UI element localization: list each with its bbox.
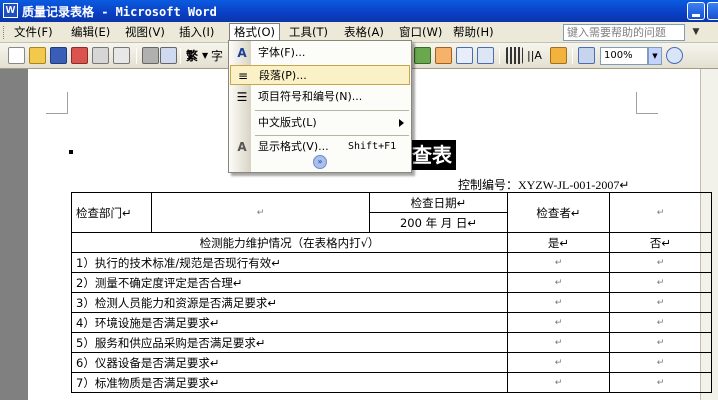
minimize-button[interactable] bbox=[687, 2, 705, 20]
menu-item-label: 显示格式(V)... bbox=[258, 140, 329, 153]
no-cell[interactable]: ↵ bbox=[609, 252, 712, 273]
save-icon[interactable] bbox=[50, 47, 67, 64]
no-cell[interactable]: ↵ bbox=[609, 332, 712, 353]
traditional-chinese-button[interactable]: 繁 bbox=[186, 47, 198, 65]
table-row[interactable]: 7）标准物质是否满足要求↵ bbox=[71, 372, 508, 393]
print-preview-icon[interactable] bbox=[113, 47, 130, 64]
bullets-icon: ☰ bbox=[236, 90, 248, 104]
menu-item-chinese-layout[interactable]: 中文版式(L) bbox=[230, 113, 410, 133]
submenu-arrow-icon bbox=[399, 119, 404, 127]
menu-item-reveal-formatting[interactable]: A 显示格式(V)... Shift+F1 bbox=[230, 137, 410, 157]
table-row[interactable]: 2）测量不确定度评定是否合理↵ bbox=[71, 272, 508, 293]
insert-excel-icon[interactable] bbox=[477, 47, 494, 64]
dept-label-cell[interactable]: 检查部门↵ bbox=[71, 192, 152, 233]
format-dropdown-menu: A 字体(F)... ≡ 段落(P)... ☰ 项目符号和编号(N)... 中文… bbox=[228, 40, 412, 173]
help-search-input[interactable]: 键入需要帮助的问题 bbox=[563, 24, 685, 41]
no-cell[interactable]: ↵ bbox=[609, 292, 712, 313]
date-label-cell[interactable]: 检查日期↵ bbox=[369, 192, 508, 213]
menu-help[interactable]: 帮助(H) bbox=[449, 23, 498, 42]
maximize-button[interactable] bbox=[707, 2, 718, 20]
reveal-formatting-icon: A bbox=[237, 140, 247, 154]
open-folder-icon[interactable] bbox=[29, 47, 46, 64]
page-corner-mark bbox=[46, 92, 68, 114]
table-row[interactable]: 5）服务和供应品采购是否满足要求↵ bbox=[71, 332, 508, 353]
date-value-cell[interactable]: 200 年 月 日↵ bbox=[369, 212, 508, 233]
menu-item-font[interactable]: A 字体(F)... bbox=[230, 43, 410, 63]
yes-cell[interactable]: ↵ bbox=[507, 272, 610, 293]
menu-separator bbox=[255, 110, 409, 111]
table-row[interactable]: 3）检测人员能力和资源是否满足要求↵ bbox=[71, 292, 508, 313]
no-cell[interactable]: ↵ bbox=[609, 272, 712, 293]
yes-cell[interactable]: ↵ bbox=[507, 312, 610, 333]
menu-file[interactable]: 文件(F) bbox=[10, 23, 57, 42]
chevron-down-icon[interactable]: ▼ bbox=[690, 25, 702, 40]
toolbar-separator bbox=[572, 48, 573, 64]
yes-cell[interactable]: ↵ bbox=[507, 292, 610, 313]
menu-item-label: 段落(P)... bbox=[259, 69, 307, 82]
paragraph-bullet bbox=[69, 150, 73, 154]
help-icon[interactable] bbox=[666, 47, 683, 64]
permission-icon[interactable] bbox=[71, 47, 88, 64]
table-row[interactable]: 6）仪器设备是否满足要求↵ bbox=[71, 352, 508, 373]
yes-cell[interactable]: ↵ bbox=[507, 332, 610, 353]
show-hide-icon[interactable] bbox=[578, 47, 595, 64]
columns-icon[interactable] bbox=[506, 47, 523, 64]
zoom-lens-icon[interactable] bbox=[160, 47, 177, 64]
expand-menu-chevron-icon[interactable]: » bbox=[313, 155, 327, 169]
menu-view[interactable]: 视图(V) bbox=[121, 23, 169, 42]
table-row[interactable]: 1）执行的技术标准/规范是否现行有效↵ bbox=[71, 252, 508, 273]
yes-cell[interactable]: ↵ bbox=[507, 352, 610, 373]
menu-item-label: 字体(F)... bbox=[258, 46, 306, 59]
insert-table-icon[interactable] bbox=[456, 47, 473, 64]
yes-cell[interactable]: ↵ bbox=[507, 372, 610, 393]
chevron-down-icon[interactable]: ▼ bbox=[648, 47, 662, 65]
left-margin bbox=[0, 69, 28, 400]
no-cell[interactable]: ↵ bbox=[609, 312, 712, 333]
menubar-grip[interactable] bbox=[3, 26, 6, 39]
menu-separator bbox=[255, 135, 409, 136]
yes-cell[interactable]: ↵ bbox=[507, 252, 610, 273]
menu-item-label: 项目符号和编号(N)... bbox=[258, 90, 363, 103]
toolbar-separator bbox=[136, 48, 137, 64]
menu-edit[interactable]: 编辑(E) bbox=[67, 23, 114, 42]
no-cell[interactable]: ↵ bbox=[609, 352, 712, 373]
word-app-icon[interactable]: W bbox=[3, 3, 18, 18]
yes-header-cell[interactable]: 是↵ bbox=[507, 232, 610, 253]
drawing-icon[interactable] bbox=[414, 47, 431, 64]
print-icon[interactable] bbox=[92, 47, 109, 64]
font-A-icon: A bbox=[237, 46, 247, 60]
dept-value-cell[interactable]: ↵ bbox=[151, 192, 370, 233]
inspector-label-cell[interactable]: 检查者↵ bbox=[507, 192, 610, 233]
menu-item-paragraph[interactable]: ≡ 段落(P)... bbox=[230, 65, 410, 85]
table-row[interactable]: 4）环境设施是否满足要求↵ bbox=[71, 312, 508, 333]
page-corner-mark bbox=[636, 92, 658, 114]
menu-insert[interactable]: 插入(I) bbox=[175, 23, 218, 42]
menu-item-shortcut: Shift+F1 bbox=[348, 141, 397, 152]
window-title: 质量记录表格 - Microsoft Word bbox=[22, 5, 217, 19]
new-document-icon[interactable] bbox=[8, 47, 25, 64]
menu-item-bullets-numbering[interactable]: ☰ 项目符号和编号(N)... bbox=[230, 87, 410, 107]
chevron-down-icon[interactable]: ▼ bbox=[202, 47, 208, 65]
no-header-cell[interactable]: 否↵ bbox=[609, 232, 712, 253]
title-bar: W 质量记录表格 - Microsoft Word bbox=[0, 0, 718, 22]
toolbar-separator bbox=[499, 48, 500, 64]
spelling-icon[interactable]: 字 bbox=[211, 47, 223, 65]
paragraph-icon: ≡ bbox=[237, 69, 249, 83]
zoom-select[interactable]: 100% bbox=[600, 47, 648, 65]
inspection-table: 检查部门↵ ↵ 检查日期↵ 检查者↵ ↵ 200 年 月 日↵ 检测能力维护情况… bbox=[71, 192, 712, 393]
document-map-icon[interactable] bbox=[550, 47, 567, 64]
control-number[interactable]: 控制编号：XYZW-JL-001-2007↵ bbox=[458, 176, 629, 193]
paste-format-icon[interactable] bbox=[142, 47, 159, 64]
no-cell[interactable]: ↵ bbox=[609, 372, 712, 393]
section-title-cell[interactable]: 检测能力维护情况（在表格内打√） bbox=[71, 232, 508, 253]
drawing-toolbar-icon[interactable]: ||A bbox=[527, 47, 542, 65]
document-title[interactable]: 查表 bbox=[408, 140, 456, 170]
menu-item-label: 中文版式(L) bbox=[258, 116, 317, 129]
insert-chart-icon[interactable] bbox=[435, 47, 452, 64]
inspector-value-cell[interactable]: ↵ bbox=[609, 192, 712, 233]
toolbar-separator bbox=[180, 48, 181, 64]
